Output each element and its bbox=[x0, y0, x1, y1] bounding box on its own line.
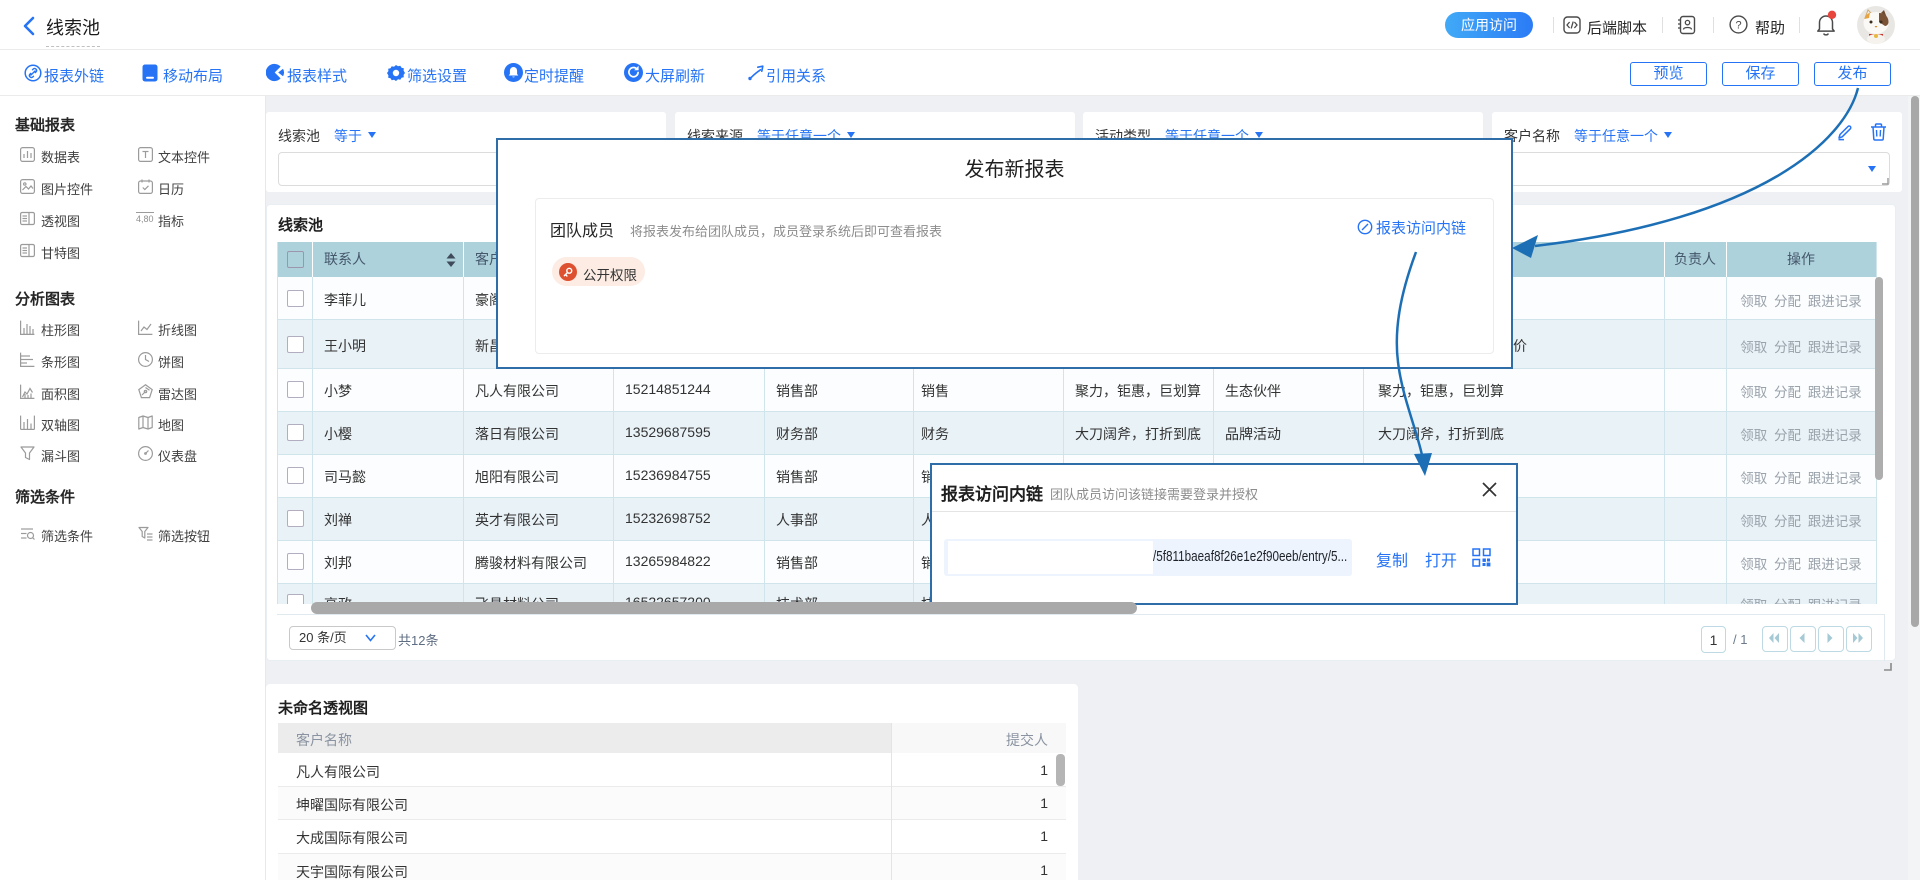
svg-text:?: ? bbox=[1735, 19, 1741, 31]
